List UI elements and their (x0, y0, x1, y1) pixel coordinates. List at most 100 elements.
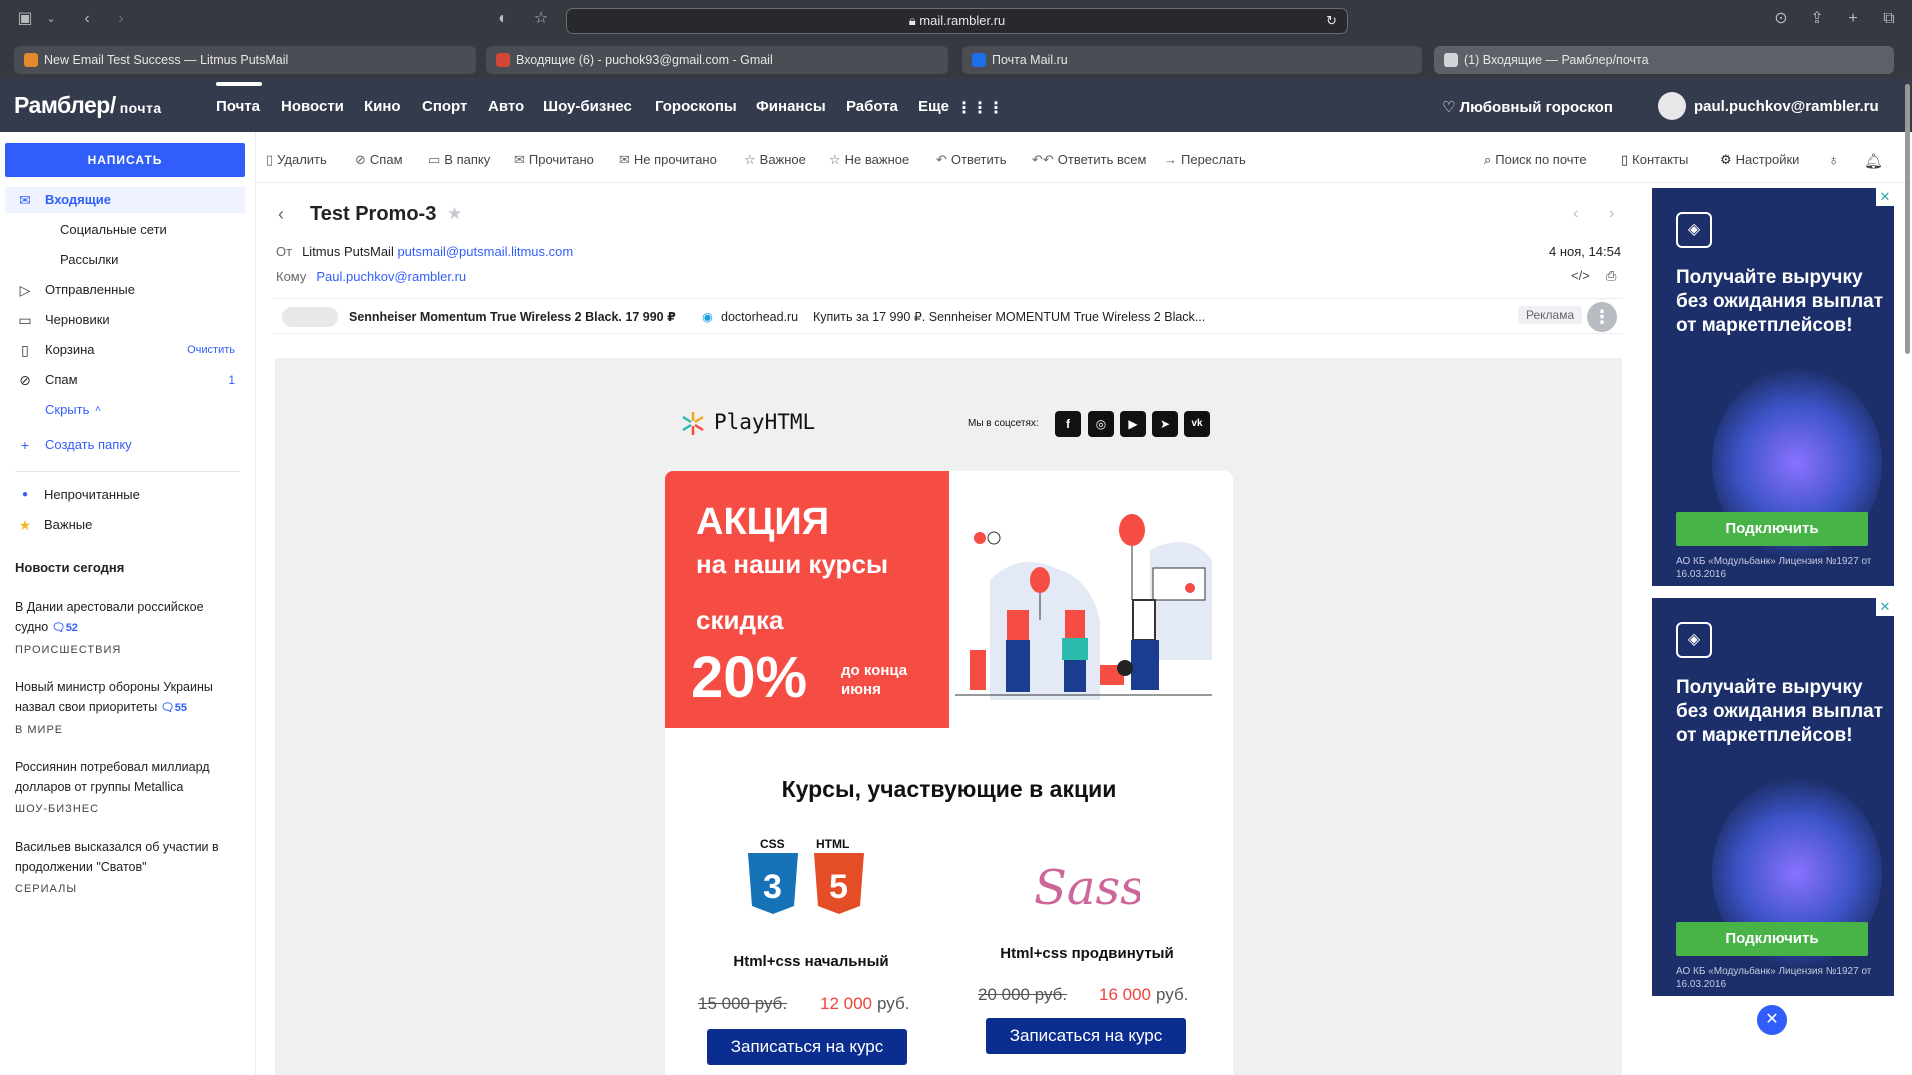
bell-icon[interactable]: 🔔︎ (1864, 152, 1883, 170)
filter-unread[interactable]: ● Непрочитанные (5, 482, 245, 508)
prev-message-icon[interactable]: ‹ (1573, 205, 1578, 223)
enroll-button[interactable]: Записаться на курс (986, 1018, 1186, 1054)
news-text: В Дании арестовали российское судно (15, 600, 204, 634)
nav-horoscopes[interactable]: Гороскопы (655, 98, 737, 115)
nav-work[interactable]: Работа (846, 98, 898, 115)
connect-button[interactable]: Подключить (1676, 922, 1868, 956)
star-icon[interactable]: ★ (447, 204, 462, 224)
tab-overview-icon[interactable]: ⧉ (1878, 8, 1900, 30)
share-icon[interactable]: ⇪ (1806, 8, 1828, 30)
bank-logo-icon: ◈ (1676, 622, 1712, 658)
search-mail-button[interactable]: ⌕ Поиск по почте (1484, 152, 1587, 168)
not-important-button[interactable]: ☆ Не важное (829, 152, 909, 168)
reload-icon[interactable]: ↻ (1326, 9, 1337, 33)
ad-close-icon[interactable]: ✕ (1876, 188, 1894, 206)
spam-icon: ⊘ (355, 152, 366, 167)
nav-more[interactable]: Еще (918, 98, 949, 115)
sidebar-item-social[interactable]: Социальные сети (5, 217, 245, 243)
ad-card[interactable]: ◈ ✕ Получайте выручку без ожидания выпла… (1652, 598, 1894, 996)
empty-trash-link[interactable]: Очистить (187, 337, 235, 363)
sidebar-item-newsletters[interactable]: Рассылки (5, 247, 245, 273)
tips-icon[interactable]: ♁ (1828, 152, 1839, 169)
next-message-icon[interactable]: › (1609, 205, 1614, 223)
ad-card[interactable]: ◈ ✕ Получайте выручку без ожидания выпла… (1652, 188, 1894, 586)
ad-close-icon[interactable]: ✕ (1876, 598, 1894, 616)
sidebar-toggle-icon[interactable]: ▣ (14, 8, 36, 30)
more-options-icon[interactable]: ⋮ (1587, 302, 1617, 332)
from-email[interactable]: putsmail@putsmail.litmus.com (397, 244, 573, 259)
mark-read-button[interactable]: ✉ Прочитано (514, 152, 594, 168)
mark-unread-button[interactable]: ✉ Не прочитано (619, 152, 717, 168)
tab-mailru[interactable]: Почта Mail.ru (962, 46, 1422, 74)
nav-sport[interactable]: Спорт (422, 98, 467, 115)
delete-button[interactable]: ▯ Удалить (266, 152, 327, 168)
user-email[interactable]: paul.puchkov@rambler.ru (1694, 98, 1879, 115)
sidebar-item-drafts[interactable]: ▭ Черновики (5, 307, 245, 333)
download-icon[interactable]: ⊙ (1770, 8, 1792, 30)
currency-label: руб. (877, 994, 910, 1013)
tool-label: Не важное (844, 152, 910, 167)
create-folder-button[interactable]: + Создать папку (5, 432, 245, 458)
print-icon[interactable]: ⎙ (1606, 268, 1616, 284)
news-item[interactable]: Новый министр обороны Украины назвал сво… (15, 677, 240, 740)
important-button[interactable]: ☆ Важное (744, 152, 806, 168)
nav-auto[interactable]: Авто (488, 98, 524, 115)
spam-button[interactable]: ⊘ Спам (355, 152, 403, 168)
contacts-button[interactable]: ▯ Контакты (1621, 152, 1688, 168)
news-text: Васильев высказался об участии в продолж… (15, 840, 219, 874)
ad-bar[interactable]: Sennheiser Momentum True Wireless 2 Blac… (272, 298, 1622, 334)
nav-finance[interactable]: Финансы (756, 98, 826, 115)
sidebar-item-trash[interactable]: ▯ Корзина Очистить (5, 337, 245, 363)
tab-rambler[interactable]: (1) Входящие — Рамблер/почта (1434, 46, 1894, 74)
promo-subtitle: на наши курсы (696, 549, 889, 579)
address-bar[interactable]: 🔒︎ mail.rambler.ru ↻ (566, 8, 1348, 34)
sidebar-item-sent[interactable]: ▷ Отправленные (5, 277, 245, 303)
sidebar-item-hide[interactable]: Скрыть ˄ (5, 397, 245, 423)
forward-icon[interactable]: › (110, 8, 132, 30)
tab-gmail[interactable]: Входящие (6) - puchok93@gmail.com - Gmai… (486, 46, 948, 74)
sidebar-item-spam[interactable]: ⊘ Спам 1 (5, 367, 245, 393)
nav-pochta[interactable]: Почта (216, 98, 260, 115)
back-icon[interactable]: ‹ (76, 8, 98, 30)
chevron-down-icon[interactable]: ⌄ (40, 8, 62, 30)
back-arrow-icon[interactable]: ‹ (278, 204, 284, 225)
shield-icon[interactable]: ◐ (492, 8, 514, 30)
compose-button[interactable]: НАПИСАТЬ (5, 143, 245, 177)
youtube-icon[interactable]: ▶ (1120, 411, 1146, 437)
courses-title: Курсы, участвующие в акции (781, 776, 1117, 802)
facebook-icon[interactable]: f (1055, 411, 1081, 437)
connect-button[interactable]: Подключить (1676, 512, 1868, 546)
enroll-button[interactable]: Записаться на курс (707, 1029, 907, 1065)
news-item[interactable]: Россиянин потребовал миллиард долларов о… (15, 757, 240, 819)
sidebar-item-inbox[interactable]: ✉ Входящие (5, 187, 245, 213)
forward-button[interactable]: → Переслать (1164, 152, 1246, 167)
reply-button[interactable]: ↶ Ответить (936, 152, 1006, 168)
vk-icon[interactable]: vk (1184, 411, 1210, 437)
nav-news[interactable]: Новости (281, 98, 344, 115)
tab-litmus[interactable]: New Email Test Success — Litmus PutsMail (14, 46, 476, 74)
to-email[interactable]: Paul.puchkov@rambler.ru (316, 269, 466, 284)
rambler-logo[interactable]: Рамблер/почта (14, 92, 162, 119)
settings-button[interactable]: ⚙ Настройки (1720, 152, 1799, 168)
move-to-folder-button[interactable]: ▭ В папку (428, 152, 490, 168)
bookmark-star-icon[interactable]: ☆ (530, 8, 552, 30)
sidebar-border (255, 132, 256, 1075)
apps-grid-icon[interactable]: ⋮⋮⋮ (956, 98, 1004, 118)
telegram-icon[interactable]: ➤ (1152, 411, 1178, 437)
filter-important[interactable]: ★ Важные (5, 512, 245, 538)
news-item[interactable]: В Дании арестовали российское судно 🗨︎52… (15, 597, 240, 660)
sass-logo-label: Sass (1034, 860, 1140, 916)
nav-showbiz[interactable]: Шоу-бизнес (543, 98, 632, 115)
reply-all-button[interactable]: ↶↶ Ответить всем (1032, 152, 1146, 168)
avatar[interactable] (1658, 92, 1686, 120)
scrollbar[interactable] (1905, 84, 1910, 354)
source-code-icon[interactable]: </> (1571, 268, 1590, 283)
new-tab-icon[interactable]: + (1842, 8, 1864, 30)
message-from: От Litmus PutsMail putsmail@putsmail.litm… (276, 244, 573, 259)
nav-kino[interactable]: Кино (364, 98, 401, 115)
instagram-icon[interactable]: ◎ (1088, 411, 1114, 437)
news-item[interactable]: Васильев высказался об участии в продолж… (15, 837, 240, 899)
promo-until: до конца июня (841, 662, 908, 698)
love-horoscope-link[interactable]: ♡ Любовный гороскоп (1442, 98, 1613, 116)
close-icon[interactable]: ✕ (1757, 1005, 1787, 1035)
